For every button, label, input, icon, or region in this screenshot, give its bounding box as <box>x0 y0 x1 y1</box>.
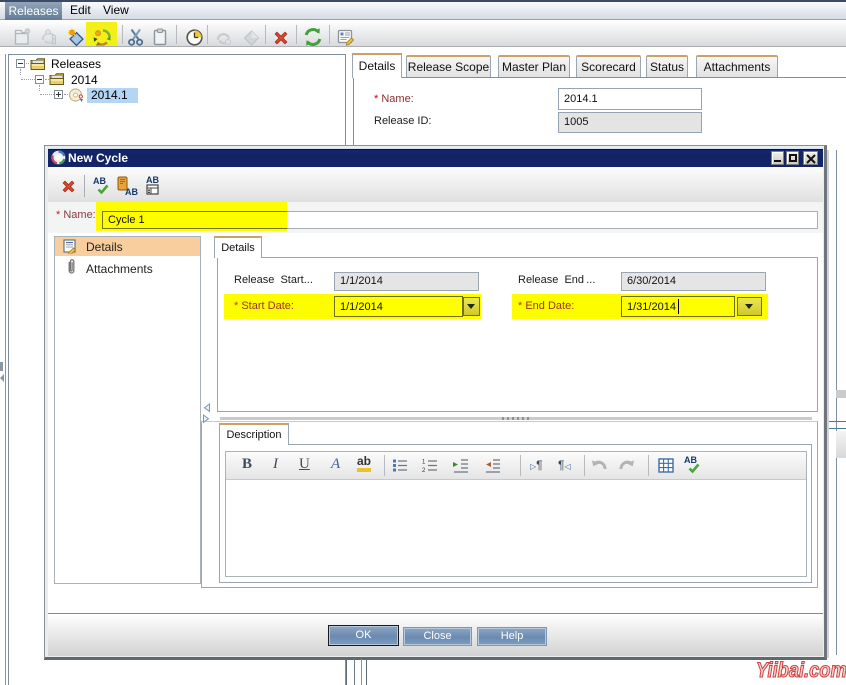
svg-text:1: 1 <box>422 460 426 466</box>
svg-text:2: 2 <box>422 468 426 473</box>
